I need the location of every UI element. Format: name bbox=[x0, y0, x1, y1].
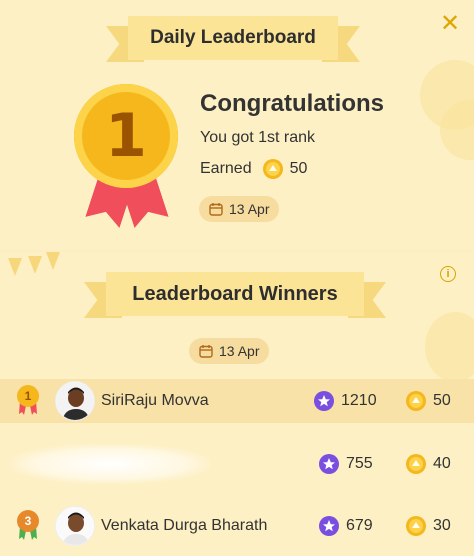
blurred-winner-info bbox=[10, 444, 210, 484]
rank-medal-icon: 3 bbox=[15, 510, 41, 542]
avatar bbox=[55, 506, 95, 546]
rank-text: You got 1st rank bbox=[200, 129, 316, 146]
coin-icon bbox=[262, 159, 283, 179]
points-value: 1210 bbox=[341, 392, 377, 409]
decor-flag bbox=[28, 256, 42, 274]
avatar bbox=[55, 381, 95, 421]
points-value: 755 bbox=[346, 455, 373, 472]
calendar-icon bbox=[199, 345, 213, 358]
decor-flag bbox=[8, 258, 22, 276]
coins-group: 30 bbox=[405, 515, 451, 537]
earned-row: Earned 50 bbox=[200, 158, 307, 180]
first-place-medal: 1 bbox=[70, 84, 182, 226]
winner-name: SiriRaju Movva bbox=[101, 392, 209, 409]
coins-value: 40 bbox=[433, 455, 451, 472]
coins-group: 50 bbox=[405, 390, 451, 412]
rank-number: 3 bbox=[17, 510, 39, 532]
leaderboard-row[interactable]: 3 Venkata Durga Bharath 679 30 bbox=[0, 504, 474, 548]
leaderboard-winners-card: Leaderboard Winners i 13 Apr 1 SiriRaju … bbox=[0, 252, 474, 556]
winners-date-pill: 13 Apr bbox=[189, 338, 270, 364]
rank-medal-icon: 1 bbox=[15, 385, 41, 417]
star-points-icon bbox=[319, 454, 339, 474]
star-points-icon bbox=[314, 391, 334, 411]
star-points-icon bbox=[319, 516, 339, 536]
points-group: 1210 bbox=[313, 390, 377, 412]
winners-title: Leaderboard Winners bbox=[106, 272, 364, 316]
winners-ribbon: Leaderboard Winners bbox=[84, 272, 386, 318]
coins-group: 40 bbox=[405, 453, 451, 475]
coins-value: 50 bbox=[433, 392, 451, 409]
coin-icon bbox=[406, 391, 426, 411]
leaderboard-row[interactable]: 1 SiriRaju Movva 1210 50 bbox=[0, 379, 474, 423]
winners-date-text: 13 Apr bbox=[219, 343, 260, 359]
calendar-icon bbox=[209, 203, 223, 216]
coin-icon bbox=[406, 516, 426, 536]
points-group: 755 bbox=[318, 453, 373, 475]
points-value: 679 bbox=[346, 517, 373, 534]
daily-leaderboard-card: Daily Leaderboard ✕ 1 Congratulations Yo… bbox=[0, 0, 474, 250]
daily-leaderboard-title: Daily Leaderboard bbox=[128, 16, 338, 60]
earned-label: Earned bbox=[200, 160, 252, 177]
daily-leaderboard-ribbon: Daily Leaderboard bbox=[106, 16, 360, 62]
medal-number: 1 bbox=[105, 101, 147, 171]
winner-name: Venkata Durga Bharath bbox=[101, 517, 268, 534]
points-group: 679 bbox=[318, 515, 373, 537]
rank-number: 1 bbox=[17, 385, 39, 407]
close-icon[interactable]: ✕ bbox=[438, 12, 462, 36]
coins-value: 30 bbox=[433, 517, 451, 534]
date-text: 13 Apr bbox=[229, 201, 270, 217]
decor-bubble bbox=[425, 312, 474, 382]
earned-value: 50 bbox=[289, 160, 308, 177]
decor-flag bbox=[46, 252, 60, 270]
coin-icon bbox=[406, 454, 426, 474]
date-pill: 13 Apr bbox=[199, 196, 280, 222]
leaderboard-row[interactable]: 755 40 bbox=[0, 442, 474, 486]
congrats-heading: Congratulations bbox=[200, 90, 384, 117]
info-icon[interactable]: i bbox=[440, 266, 456, 282]
